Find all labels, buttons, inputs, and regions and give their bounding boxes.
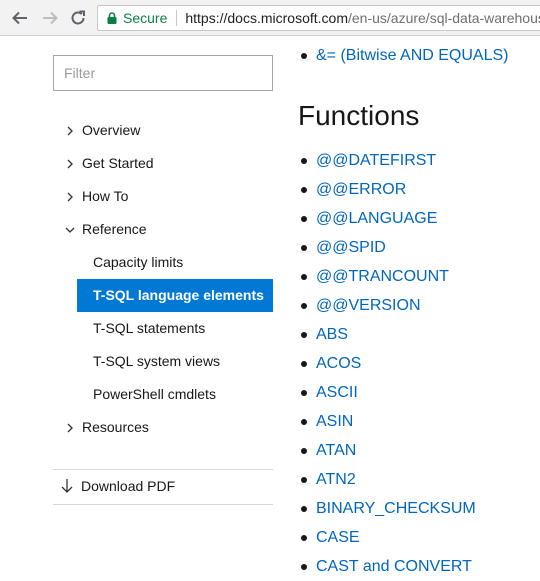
toc-item-label: Capacity limits: [93, 254, 184, 270]
reload-icon: [71, 10, 85, 25]
download-arrow-icon: [59, 478, 75, 494]
function-link[interactable]: @@ERROR: [316, 181, 406, 198]
list-item: &= (Bitwise AND EQUALS): [298, 41, 509, 70]
toc-item-label: T-SQL system views: [93, 353, 221, 369]
sidebar-divider: [53, 469, 273, 470]
list-item: ACOS: [298, 349, 476, 378]
toc-nav: Overview Get Started How To Reference Ca…: [53, 114, 273, 444]
list-item: CAST and CONVERT: [298, 552, 476, 581]
functions-heading: Functions: [298, 100, 420, 131]
toc-item-label: Get Started: [82, 155, 154, 171]
function-link[interactable]: CAST and CONVERT: [316, 558, 472, 575]
list-item: ASCII: [298, 378, 476, 407]
download-pdf-link[interactable]: Download PDF: [53, 472, 273, 500]
toc-item-overview[interactable]: Overview: [53, 114, 273, 147]
list-item: BINARY_CHECKSUM: [298, 494, 476, 523]
list-item: ATAN: [298, 436, 476, 465]
url-scheme: https://: [185, 10, 228, 26]
list-item: ATN2: [298, 465, 476, 494]
toc-item-label: T-SQL statements: [93, 320, 206, 336]
list-item: @@DATEFIRST: [298, 146, 476, 175]
toc-item-capacity-limits[interactable]: Capacity limits: [53, 246, 273, 279]
function-link[interactable]: BINARY_CHECKSUM: [316, 500, 476, 517]
toc-item-get-started[interactable]: Get Started: [53, 147, 273, 180]
toc-item-resources[interactable]: Resources: [53, 411, 273, 444]
function-link[interactable]: @@VERSION: [316, 297, 421, 314]
list-item: CASE: [298, 523, 476, 552]
chevron-right-icon: [67, 126, 73, 136]
address-bar[interactable]: Secure https://docs.microsoft.com/en-us/…: [97, 5, 540, 31]
list-item: @@SPID: [298, 233, 476, 262]
toc-item-reference[interactable]: Reference: [53, 213, 273, 246]
function-link[interactable]: ATAN: [316, 442, 356, 459]
operator-link[interactable]: &= (Bitwise AND EQUALS): [316, 47, 509, 64]
function-link[interactable]: ABS: [316, 326, 348, 343]
toc-item-tsql-system-views[interactable]: T-SQL system views: [53, 345, 273, 378]
function-link[interactable]: @@LANGUAGE: [316, 210, 437, 227]
download-pdf-label: Download PDF: [81, 478, 176, 494]
list-item: @@LANGUAGE: [298, 204, 476, 233]
reload-button[interactable]: [66, 6, 90, 30]
toc-item-tsql-language-elements[interactable]: T-SQL language elements: [77, 279, 273, 312]
chevron-right-icon: [67, 159, 73, 169]
forward-button[interactable]: [38, 6, 62, 30]
list-item: @@ERROR: [298, 175, 476, 204]
toc-item-label: How To: [82, 188, 129, 204]
toc-item-label: Resources: [82, 419, 149, 435]
function-link[interactable]: ACOS: [316, 355, 361, 372]
url-host: docs.microsoft.com: [227, 10, 348, 26]
toc-item-powershell-cmdlets[interactable]: PowerShell cmdlets: [53, 378, 273, 411]
list-item: ASIN: [298, 407, 476, 436]
arrow-left-icon: [12, 11, 27, 25]
function-link[interactable]: @@SPID: [316, 239, 386, 256]
functions-list: @@DATEFIRST @@ERROR @@LANGUAGE @@SPID @@TRAN…: [298, 146, 476, 581]
arrow-right-icon: [43, 11, 58, 25]
url-text: https://docs.microsoft.com/en-us/azure/s…: [185, 10, 540, 26]
sidebar-divider: [53, 504, 273, 505]
operator-list: &= (Bitwise AND EQUALS): [298, 41, 509, 70]
function-link[interactable]: ASCII: [316, 384, 358, 401]
lock-icon: [107, 12, 117, 24]
function-link[interactable]: ATN2: [316, 471, 356, 488]
back-button[interactable]: [8, 6, 32, 30]
list-item: @@VERSION: [298, 291, 476, 320]
chevron-right-icon: [67, 423, 73, 433]
chevron-down-icon: [65, 227, 75, 233]
address-divider: [176, 10, 178, 26]
toc-item-label: PowerShell cmdlets: [93, 386, 216, 402]
toc-item-tsql-statements[interactable]: T-SQL statements: [53, 312, 273, 345]
function-link[interactable]: CASE: [316, 529, 360, 546]
function-link[interactable]: @@DATEFIRST: [316, 152, 436, 169]
toc-item-how-to[interactable]: How To: [53, 180, 273, 213]
function-link[interactable]: ASIN: [316, 413, 353, 430]
list-item: ABS: [298, 320, 476, 349]
function-link[interactable]: @@TRANCOUNT: [316, 268, 449, 285]
toc-item-label: T-SQL language elements: [93, 287, 264, 303]
chevron-right-icon: [67, 192, 73, 202]
filter-input[interactable]: [53, 55, 273, 91]
secure-label: Secure: [123, 10, 168, 26]
browser-toolbar: Secure https://docs.microsoft.com/en-us/…: [0, 0, 540, 36]
toc-item-label: Reference: [82, 221, 147, 237]
list-item: @@TRANCOUNT: [298, 262, 476, 291]
toc-item-label: Overview: [82, 122, 141, 138]
url-path: /en-us/azure/sql-data-warehouse: [347, 10, 540, 26]
